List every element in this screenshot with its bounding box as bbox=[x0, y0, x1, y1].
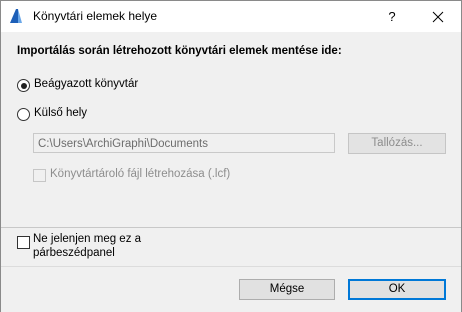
dialog-title: Könyvtári elemek helye bbox=[33, 9, 158, 23]
browse-button[interactable]: Tallózás... bbox=[348, 133, 446, 154]
title-bar: Könyvtári elemek helye ? bbox=[1, 1, 461, 32]
section-heading: Importálás során létrehozott könyvtári e… bbox=[17, 45, 342, 57]
dont-show-label[interactable]: Ne jelenjen meg ez a párbeszédpanel bbox=[33, 232, 141, 260]
radio-selected-dot bbox=[20, 82, 27, 89]
dont-show-checkbox[interactable] bbox=[17, 236, 30, 249]
create-container-checkbox[interactable] bbox=[33, 169, 46, 182]
external-location-label[interactable]: Külső hely bbox=[34, 107, 87, 119]
dialog-window: Könyvtári elemek helye ? Importálás sorá… bbox=[0, 0, 462, 312]
close-icon bbox=[432, 11, 444, 23]
path-input[interactable]: C:\Users\ArchiGraphi\Documents bbox=[33, 133, 335, 153]
help-button[interactable]: ? bbox=[377, 5, 407, 29]
dont-show-label-line1: Ne jelenjen meg ez a bbox=[33, 233, 142, 245]
create-container-label: Könyvtártároló fájl létrehozása (.lcf) bbox=[50, 168, 231, 180]
divider bbox=[1, 227, 461, 228]
embedded-library-radio[interactable] bbox=[17, 79, 30, 92]
embedded-library-label[interactable]: Beágyazott könyvtár bbox=[34, 78, 138, 90]
cancel-button[interactable]: Mégse bbox=[239, 279, 335, 300]
ok-button[interactable]: OK bbox=[348, 279, 446, 300]
close-button[interactable] bbox=[421, 5, 455, 29]
dialog-content: Importálás során létrehozott könyvtári e… bbox=[1, 32, 461, 264]
dont-show-label-line2: párbeszédpanel bbox=[33, 247, 115, 259]
archicad-icon bbox=[8, 8, 24, 24]
button-bar: Mégse OK bbox=[1, 266, 461, 312]
external-location-radio[interactable] bbox=[17, 108, 30, 121]
